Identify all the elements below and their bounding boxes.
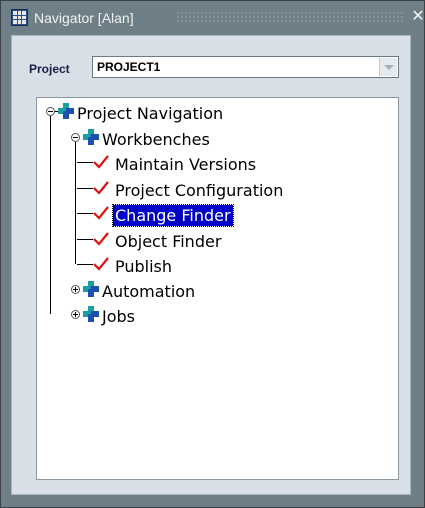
navigation-tree: Project Navigation Workbenches Maintain … [36, 97, 399, 480]
collapse-icon[interactable] [71, 133, 80, 142]
project-cross-icon [58, 103, 74, 119]
project-select[interactable]: PROJECT1 [92, 56, 399, 78]
project-value: PROJECT1 [97, 60, 161, 74]
tree-connector [77, 239, 93, 240]
dropdown-button[interactable] [379, 58, 397, 76]
window-title: Navigator [Alan] [34, 10, 134, 26]
checkmark-icon [93, 232, 109, 246]
expand-icon[interactable] [71, 310, 80, 319]
tree-node-project-navigation[interactable]: Project Navigation [75, 103, 225, 124]
tree-connector [77, 264, 93, 265]
checkmark-icon [93, 206, 109, 220]
project-label: Project [29, 62, 70, 76]
checkmark-icon [93, 181, 109, 195]
chevron-down-icon [384, 65, 394, 70]
tree-item-publish[interactable]: Publish [113, 256, 174, 277]
title-grip [176, 11, 404, 23]
tree-connector [50, 116, 51, 314]
close-icon[interactable]: ✕ [410, 7, 425, 27]
checkmark-icon [93, 155, 109, 169]
tree-node-jobs[interactable]: Jobs [100, 306, 137, 327]
collapse-icon[interactable] [46, 107, 55, 116]
tree-node-workbenches[interactable]: Workbenches [100, 129, 212, 150]
checkmark-icon [93, 257, 109, 271]
tree-connector [77, 162, 93, 163]
folder-cross-icon [83, 129, 99, 145]
expand-icon[interactable] [71, 285, 80, 294]
tree-item-change-finder[interactable]: Change Finder [112, 204, 234, 227]
tree-item-object-finder[interactable]: Object Finder [113, 231, 223, 252]
tree-connector [77, 213, 93, 214]
folder-cross-icon [83, 306, 99, 322]
tree-connector [75, 142, 76, 264]
tree-node-automation[interactable]: Automation [100, 281, 197, 302]
title-bar[interactable]: Navigator [Alan] ✕ [1, 1, 425, 31]
tree-item-maintain-versions[interactable]: Maintain Versions [113, 154, 258, 175]
folder-cross-icon [83, 281, 99, 297]
app-grid-icon [11, 9, 28, 26]
tree-connector [77, 188, 93, 189]
tree-item-project-configuration[interactable]: Project Configuration [113, 180, 285, 201]
